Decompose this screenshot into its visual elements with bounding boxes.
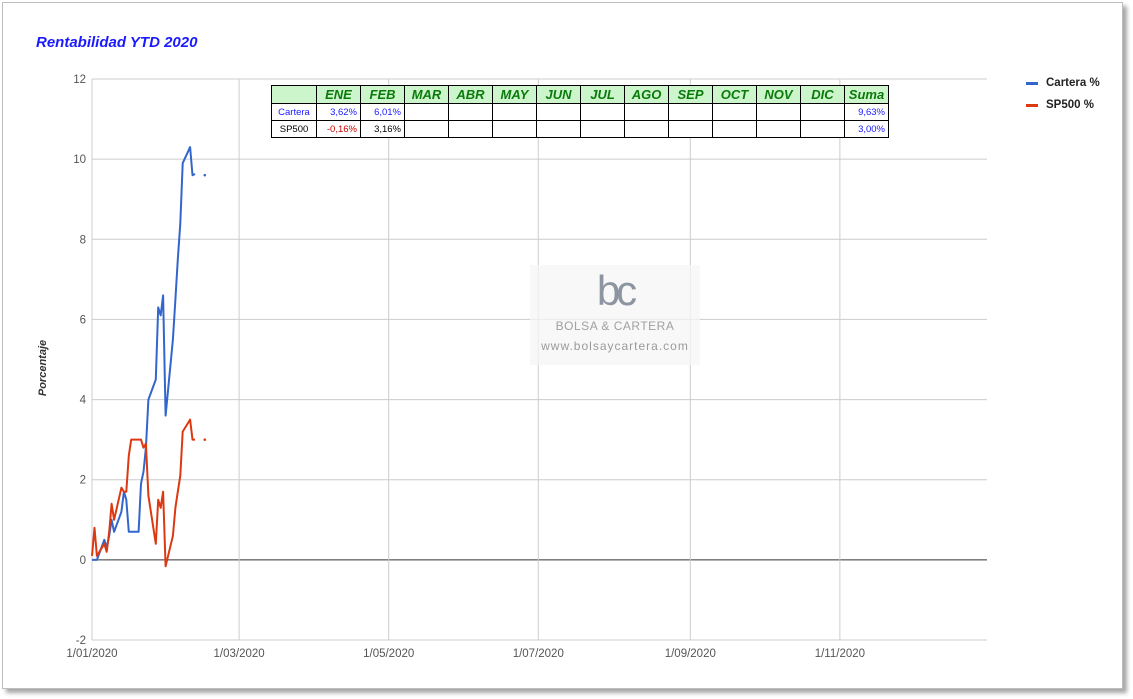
y-axis-label: Porcentaje	[37, 339, 49, 397]
table-cell	[756, 103, 801, 121]
chart-frame: -2 0 2 4 6 8 10 12 1/01/2020 1/03/2020 1/05/2020 1/…	[2, 2, 1123, 689]
x-tick-label: 1/03/2020	[214, 648, 265, 660]
legend-swatch	[1026, 81, 1038, 85]
table-cell	[536, 103, 581, 121]
table-header-cell: ABR	[448, 85, 493, 104]
series-line-sp500	[91, 418, 195, 568]
table-cell	[492, 120, 537, 138]
y-tick-label: 6	[80, 314, 86, 326]
table-header-cell: MAR	[404, 85, 449, 104]
table-cell	[712, 120, 757, 138]
y-tick-label: 8	[80, 234, 86, 246]
table-row: Cartera 3,62% 6,01% 9,63%	[271, 103, 889, 121]
table-header-cell: FEB	[360, 85, 405, 104]
y-tick-label: 4	[80, 395, 87, 407]
legend-label: SP500 %	[1046, 99, 1094, 111]
table-cell: -0,16%	[316, 120, 361, 138]
series-point-cartera	[203, 173, 207, 177]
table-header-cell: OCT	[712, 85, 757, 104]
watermark-url: www.bolsaycartera.com	[541, 339, 689, 353]
watermark: bc BOLSA & CARTERA www.bolsaycartera.com	[530, 265, 700, 365]
table-header-cell	[271, 85, 317, 104]
table-cell	[668, 120, 713, 138]
table-cell: 3,16%	[360, 120, 405, 138]
chart-legend: Cartera % SP500 %	[1026, 72, 1100, 116]
y-tick-label: -2	[76, 635, 86, 647]
table-header-cell: JUL	[580, 85, 625, 104]
table-header-cell: SEP	[668, 85, 713, 104]
table-row-label: Cartera	[271, 103, 317, 121]
table-cell	[580, 103, 625, 121]
legend-swatch	[1026, 103, 1038, 107]
table-cell	[448, 120, 493, 138]
table-cell	[404, 103, 449, 121]
table-cell: 3,00%	[844, 120, 889, 138]
y-tick-label: 0	[80, 555, 86, 567]
table-cell	[404, 120, 449, 138]
watermark-name: BOLSA & CARTERA	[555, 319, 675, 333]
monthly-returns-table: ENE FEB MAR ABR MAY JUN JUL AGO SEP OCT …	[271, 85, 889, 138]
y-tick-label: 10	[73, 154, 86, 166]
table-cell	[536, 120, 581, 138]
series-line-cartera	[92, 146, 196, 561]
table-header-cell: MAY	[492, 85, 537, 104]
table-cell	[448, 103, 493, 121]
table-cell	[756, 120, 801, 138]
watermark-logo: bc	[596, 267, 637, 314]
chart-title: Rentabilidad YTD 2020	[36, 34, 198, 51]
table-header-row: ENE FEB MAR ABR MAY JUN JUL AGO SEP OCT …	[271, 85, 889, 104]
table-row-label: SP500	[271, 120, 317, 138]
legend-item: Cartera %	[1026, 72, 1100, 94]
table-row: SP500 -0,16% 3,16% 3,00%	[271, 120, 889, 138]
x-tick-label: 1/01/2020	[66, 648, 117, 660]
table-header-cell: AGO	[624, 85, 669, 104]
x-tick-label: 1/07/2020	[513, 648, 564, 660]
table-cell	[624, 103, 669, 121]
table-header-cell: JUN	[536, 85, 581, 104]
y-tick-label: 2	[80, 475, 86, 487]
table-header-cell: NOV	[756, 85, 801, 104]
table-cell	[800, 103, 845, 121]
y-tick-label: 12	[73, 74, 86, 86]
x-tick-label: 1/05/2020	[363, 648, 414, 660]
x-tick-label: 1/11/2020	[815, 648, 865, 660]
table-cell	[800, 120, 845, 138]
x-tick-label: 1/09/2020	[665, 648, 716, 660]
table-header-cell: Suma	[844, 85, 889, 104]
legend-item: SP500 %	[1026, 94, 1100, 116]
series-point-sp500	[203, 438, 207, 441]
table-cell	[624, 120, 669, 138]
table-cell	[712, 103, 757, 121]
table-header-cell: DIC	[800, 85, 845, 104]
table-cell: 6,01%	[360, 103, 405, 121]
table-cell	[580, 120, 625, 138]
legend-label: Cartera %	[1046, 77, 1100, 89]
table-cell: 3,62%	[316, 103, 361, 121]
table-cell: 9,63%	[844, 103, 889, 121]
table-cell	[492, 103, 537, 121]
table-header-cell: ENE	[316, 85, 361, 104]
table-cell	[668, 103, 713, 121]
